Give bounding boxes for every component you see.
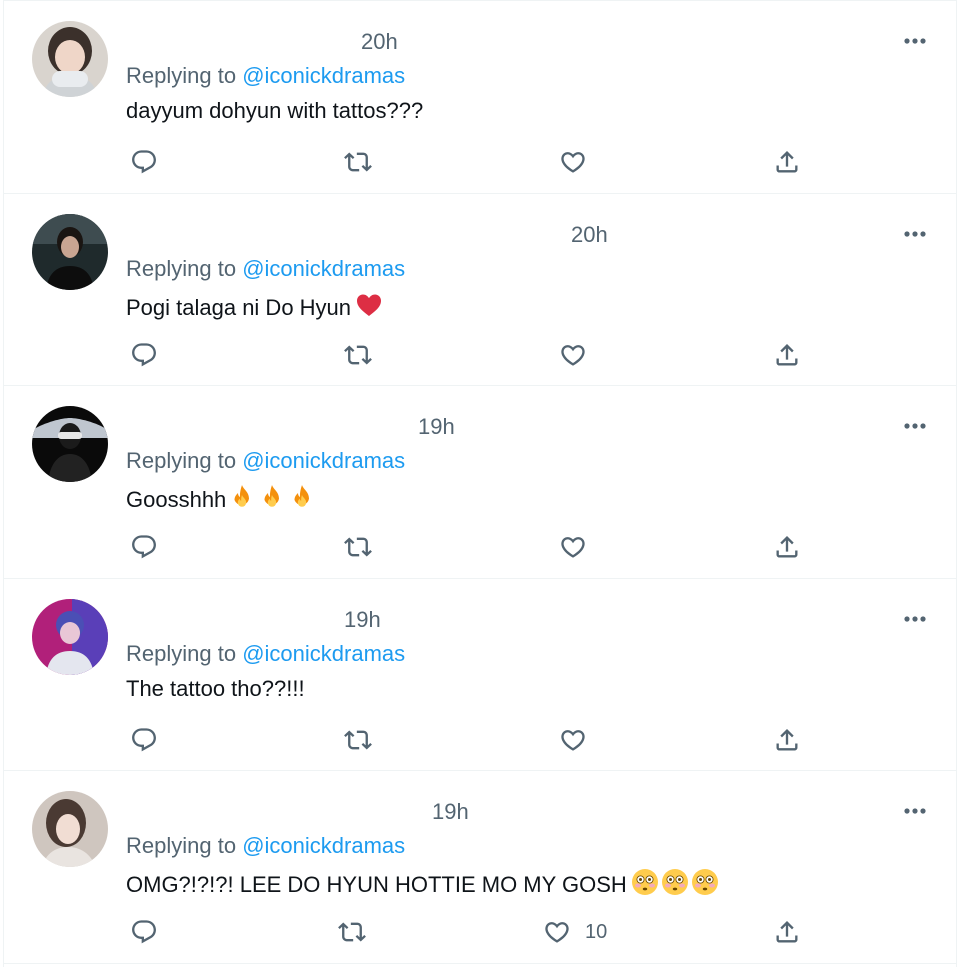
replies-feed: 20h Replying to @iconickdramas dayyum do…	[3, 0, 957, 967]
replying-to-handle[interactable]: @iconickdramas	[242, 448, 405, 473]
reply-button[interactable]	[130, 147, 158, 177]
share-upload-icon	[773, 726, 801, 754]
flushed-face-emoji	[691, 868, 719, 896]
more-dots-icon[interactable]	[902, 31, 928, 51]
reply-tweet[interactable]: 19h Replying to @iconickdramas The tatto…	[4, 579, 956, 771]
flushed-face-emoji	[631, 868, 659, 896]
replying-to-handle[interactable]: @iconickdramas	[242, 63, 405, 88]
like-button[interactable]	[559, 532, 587, 562]
reply-bubble-icon	[130, 341, 158, 369]
fire-emoji	[288, 483, 316, 511]
share-upload-icon	[773, 918, 801, 946]
reply-tweet[interactable]: 20h Replying to @iconickdramas Pogi tala…	[4, 194, 956, 386]
more-dots-icon[interactable]	[902, 224, 928, 244]
tweet-text: The tattoo tho??!!!	[126, 676, 305, 702]
tweet-text: dayyum dohyun with tattos???	[126, 98, 423, 124]
avatar[interactable]	[32, 213, 108, 290]
replying-to-line: Replying to @iconickdramas	[126, 63, 405, 89]
retweet-button[interactable]	[344, 147, 372, 177]
tweet-text-content: dayyum dohyun with tattos???	[126, 98, 424, 123]
reply-button[interactable]	[130, 340, 158, 370]
avatar[interactable]	[32, 598, 108, 675]
tweet-actions	[4, 725, 956, 755]
share-button[interactable]	[773, 147, 801, 177]
retweet-icon	[344, 533, 372, 561]
replying-to-handle[interactable]: @iconickdramas	[242, 256, 405, 281]
share-button[interactable]	[773, 917, 801, 947]
avatar[interactable]	[32, 791, 108, 867]
replying-to-label: Replying to	[126, 640, 237, 666]
like-button[interactable]	[559, 340, 587, 370]
avatar[interactable]	[32, 21, 108, 97]
replying-to-line: Replying to @iconickdramas	[126, 641, 405, 667]
red-heart-emoji	[355, 291, 383, 319]
reply-tweet[interactable]: 19h Replying to @iconickdramas Goosshhh	[4, 386, 956, 579]
heart-outline-icon	[543, 918, 571, 946]
replying-to-handle[interactable]: @iconickdramas	[242, 833, 405, 858]
heart-outline-icon	[559, 148, 587, 176]
heart-outline-icon	[559, 341, 587, 369]
tweet-text: OMG?!?!?! LEE DO HYUN HOTTIE MO MY GOSH	[126, 868, 719, 898]
retweet-button[interactable]	[344, 532, 372, 562]
timestamp[interactable]: 20h	[571, 222, 608, 248]
reply-button[interactable]	[130, 917, 158, 947]
retweet-icon	[344, 148, 372, 176]
like-button[interactable]: 10	[543, 917, 607, 947]
replying-to-label: Replying to	[126, 448, 237, 473]
like-button[interactable]	[559, 147, 587, 177]
retweet-button[interactable]	[344, 340, 372, 370]
reply-tweet[interactable]: 19h Replying to @iconickdramas OMG?!?!?!…	[4, 771, 956, 964]
timestamp[interactable]: 19h	[418, 414, 455, 440]
like-button[interactable]	[559, 725, 587, 755]
share-upload-icon	[773, 341, 801, 369]
more-dots-icon[interactable]	[902, 609, 928, 629]
reply-bubble-icon	[130, 726, 158, 754]
reply-button[interactable]	[130, 725, 158, 755]
reply-bubble-icon	[130, 148, 158, 176]
timestamp[interactable]: 19h	[344, 607, 381, 633]
tweet-text: Pogi talaga ni Do Hyun	[126, 291, 383, 321]
retweet-icon	[338, 918, 366, 946]
reply-bubble-icon	[130, 918, 158, 946]
retweet-icon	[344, 726, 372, 754]
tweet-actions	[4, 532, 956, 562]
share-button[interactable]	[773, 725, 801, 755]
tweet-text-content: The tattoo tho??!!!	[126, 675, 305, 701]
heart-outline-icon	[559, 726, 587, 754]
replying-to-label: Replying to	[126, 255, 237, 281]
share-upload-icon	[773, 533, 801, 561]
avatar[interactable]	[32, 406, 108, 482]
tweet-text-content: OMG?!?!?! LEE DO HYUN HOTTIE MO MY GOSH	[126, 872, 627, 897]
retweet-button[interactable]	[338, 917, 366, 947]
fire-emoji	[228, 483, 256, 511]
retweet-button[interactable]	[344, 725, 372, 755]
tweet-actions	[4, 147, 956, 177]
reply-tweet[interactable]: 20h Replying to @iconickdramas dayyum do…	[4, 1, 956, 194]
tweet-text-content: Pogi talaga ni Do Hyun	[126, 294, 352, 320]
share-button[interactable]	[773, 532, 801, 562]
flushed-face-emoji	[661, 868, 689, 896]
replying-to-line: Replying to @iconickdramas	[126, 256, 405, 282]
retweet-icon	[344, 341, 372, 369]
share-upload-icon	[773, 148, 801, 176]
heart-outline-icon	[559, 533, 587, 561]
reply-bubble-icon	[130, 533, 158, 561]
replying-to-handle[interactable]: @iconickdramas	[242, 641, 405, 666]
like-count: 10	[585, 920, 608, 943]
fire-emoji	[258, 483, 286, 511]
replying-to-line: Replying to @iconickdramas	[126, 448, 405, 474]
replying-to-line: Replying to @iconickdramas	[126, 833, 405, 859]
share-button[interactable]	[773, 340, 801, 370]
more-dots-icon[interactable]	[902, 416, 928, 436]
reply-button[interactable]	[130, 532, 158, 562]
timestamp[interactable]: 19h	[432, 799, 469, 825]
tweet-actions: 10	[4, 917, 956, 947]
more-dots-icon[interactable]	[902, 801, 928, 821]
timestamp[interactable]: 20h	[361, 29, 398, 55]
tweet-text: Goosshhh	[126, 483, 316, 513]
tweet-text-content: Goosshhh	[126, 487, 227, 512]
replying-to-label: Replying to	[126, 63, 237, 88]
tweet-actions	[4, 340, 956, 370]
replying-to-label: Replying to	[126, 833, 237, 858]
